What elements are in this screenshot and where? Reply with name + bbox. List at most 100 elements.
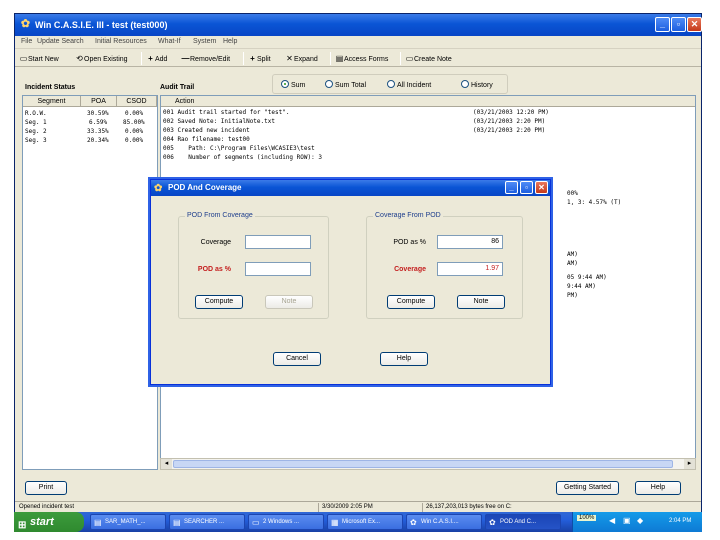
getting-started-button[interactable]: Getting Started — [556, 481, 619, 495]
menu-system[interactable]: System — [193, 38, 216, 45]
start-new-button[interactable]: ▭Start New — [19, 52, 59, 65]
network-icon[interactable]: ▣ — [623, 516, 631, 525]
audit-fragment: 05 9:44 AM) — [567, 274, 607, 281]
create-note-button[interactable]: ▭Create Note — [405, 52, 452, 65]
casie-icon: ✿ — [489, 518, 496, 527]
printer-icon: ▤ — [335, 54, 344, 63]
coverage-input[interactable] — [245, 235, 311, 249]
pod-input[interactable] — [245, 262, 311, 276]
column-header-poa[interactable]: POA — [81, 96, 117, 107]
remove-edit-button[interactable]: —Remove/Edit — [181, 52, 231, 65]
radio-dot — [387, 80, 395, 88]
dialog-minimize-button[interactable]: _ — [505, 181, 518, 194]
split-icon: + — [250, 54, 255, 63]
audit-fragment: AM) — [567, 251, 578, 258]
help-button[interactable]: Help — [635, 481, 681, 495]
note-button[interactable]: Note — [457, 295, 505, 309]
scroll-right-icon[interactable]: ▸ — [684, 459, 695, 469]
note-button[interactable]: Note — [265, 295, 313, 309]
clock: 2:04 PM — [669, 518, 692, 524]
taskbar-item[interactable]: ▦ Microsoft Ex... — [327, 514, 403, 530]
split-button[interactable]: + Split — [248, 52, 270, 65]
scroll-left-icon[interactable]: ◂ — [161, 459, 172, 469]
dialog-help-button[interactable]: Help — [380, 352, 428, 366]
menu-file[interactable]: File — [21, 38, 32, 45]
dialog-maximize-button[interactable]: ▫ — [520, 181, 533, 194]
table-row[interactable]: Seg. 1 6.59% 85.00% — [23, 118, 157, 127]
table-row[interactable]: Seg. 3 20.34% 0.00% — [23, 136, 157, 145]
dialog-title-bar: ✿ POD And Coverage _ ▫ ✕ — [151, 180, 550, 196]
group-label: POD From Coverage — [185, 212, 255, 219]
taskbar-item-active[interactable]: ✿ POD And C... — [485, 514, 561, 530]
toolbar-separator — [141, 52, 142, 65]
toolbar-separator — [243, 52, 244, 65]
system-tray: 100% ◀ ▣ ◆ 2:04 PM — [572, 512, 702, 532]
audit-fragment: 9:44 AM) — [567, 283, 596, 290]
menu-update-search[interactable]: Update Search — [37, 38, 84, 45]
maximize-button[interactable]: ▫ — [671, 17, 686, 32]
audit-fragment: 00% — [567, 190, 578, 197]
column-header-action[interactable]: Action — [161, 96, 695, 107]
windows-logo-icon: ⊞ — [18, 520, 27, 531]
coverage-result-field[interactable]: 1.97 — [437, 262, 503, 276]
start-button[interactable]: ⊞ start — [14, 512, 84, 532]
pod-label: POD as % — [393, 239, 426, 246]
horizontal-scrollbar[interactable]: ◂ ▸ — [160, 458, 696, 470]
cancel-button[interactable]: Cancel — [273, 352, 321, 366]
column-header-segment[interactable]: Segment — [23, 96, 81, 107]
audit-row[interactable]: 004 Rao filename: test00 — [163, 136, 693, 145]
menu-initial-resources[interactable]: Initial Resources — [95, 38, 147, 45]
radio-sum[interactable]: Sum — [281, 80, 305, 89]
status-divider — [422, 503, 423, 512]
menu-bar: File Update Search Initial Resources Wha… — [15, 36, 701, 49]
pod-input[interactable]: 86 — [437, 235, 503, 249]
close-button[interactable]: ✕ — [687, 17, 702, 32]
incident-status-header: Incident Status — [25, 84, 76, 91]
dialog-close-button[interactable]: ✕ — [535, 181, 548, 194]
taskbar-item[interactable]: ▤ SAR_MATH_... — [90, 514, 166, 530]
audit-row[interactable]: 001 Audit trail started for "test". (03/2… — [163, 109, 693, 118]
radio-dot — [461, 80, 469, 88]
open-existing-button[interactable]: ⟲Open Existing — [75, 52, 127, 65]
audit-fragment: 1, 3: 4.57% (T) — [567, 199, 622, 206]
shield-icon[interactable]: ◆ — [637, 516, 643, 525]
app-icon: ✿ — [20, 18, 31, 30]
audit-row[interactable]: 005 Path: C:\Program Files\WCASIE3\test — [163, 145, 693, 154]
minimize-button[interactable]: _ — [655, 17, 670, 32]
compute-button[interactable]: Compute — [387, 295, 435, 309]
audit-view-radio-group: Sum Sum Total All Incident History — [272, 74, 508, 94]
scroll-thumb[interactable] — [173, 460, 673, 468]
toolbar-separator — [400, 52, 401, 65]
coverage-label: Coverage — [200, 239, 231, 246]
word-doc-icon: ▤ — [94, 518, 102, 527]
audit-row[interactable]: 006 Number of segments (including ROW): … — [163, 154, 693, 163]
audit-row[interactable]: 003 Created new incident (03/21/2003 2:20… — [163, 127, 693, 136]
radio-history[interactable]: History — [461, 80, 493, 89]
radio-all-incident[interactable]: All Incident — [387, 80, 431, 89]
audit-fragment: PM) — [567, 292, 578, 299]
table-row[interactable]: Seg. 2 33.35% 0.00% — [23, 127, 157, 136]
taskbar-item[interactable]: ▤ SEARCHER ... — [169, 514, 245, 530]
menu-help[interactable]: Help — [223, 38, 237, 45]
audit-trail-header: Audit Trail — [160, 84, 195, 91]
status-time: 3/30/2009 2:05 PM — [322, 504, 373, 510]
note-icon: ▭ — [405, 54, 414, 63]
radio-sum-total[interactable]: Sum Total — [325, 80, 366, 89]
speaker-icon[interactable]: ◀ — [609, 516, 615, 525]
column-header-csod[interactable]: CSOD — [117, 96, 157, 107]
plus-icon: + — [148, 54, 153, 63]
print-button[interactable]: Print — [25, 481, 67, 495]
radio-dot — [325, 80, 333, 88]
table-row[interactable]: R.O.W. 30.59% 0.00% — [23, 109, 157, 118]
zoom-indicator: 100% — [577, 515, 597, 521]
menu-what-if[interactable]: What-If — [158, 38, 181, 45]
taskbar-item[interactable]: ✿ Win C.A.S.I.... — [406, 514, 482, 530]
coverage-label: Coverage — [394, 266, 426, 273]
audit-row[interactable]: 002 Saved Note: InitialNote.txt (03/21/20… — [163, 118, 693, 127]
open-icon: ⟲ — [76, 54, 83, 63]
expand-button[interactable]: ✕Expand — [285, 52, 318, 65]
access-forms-button[interactable]: ▤Access Forms — [335, 52, 389, 65]
compute-button[interactable]: Compute — [195, 295, 243, 309]
add-button[interactable]: + Add — [146, 52, 167, 65]
taskbar-item[interactable]: ▭ 2 Windows ... — [248, 514, 324, 530]
